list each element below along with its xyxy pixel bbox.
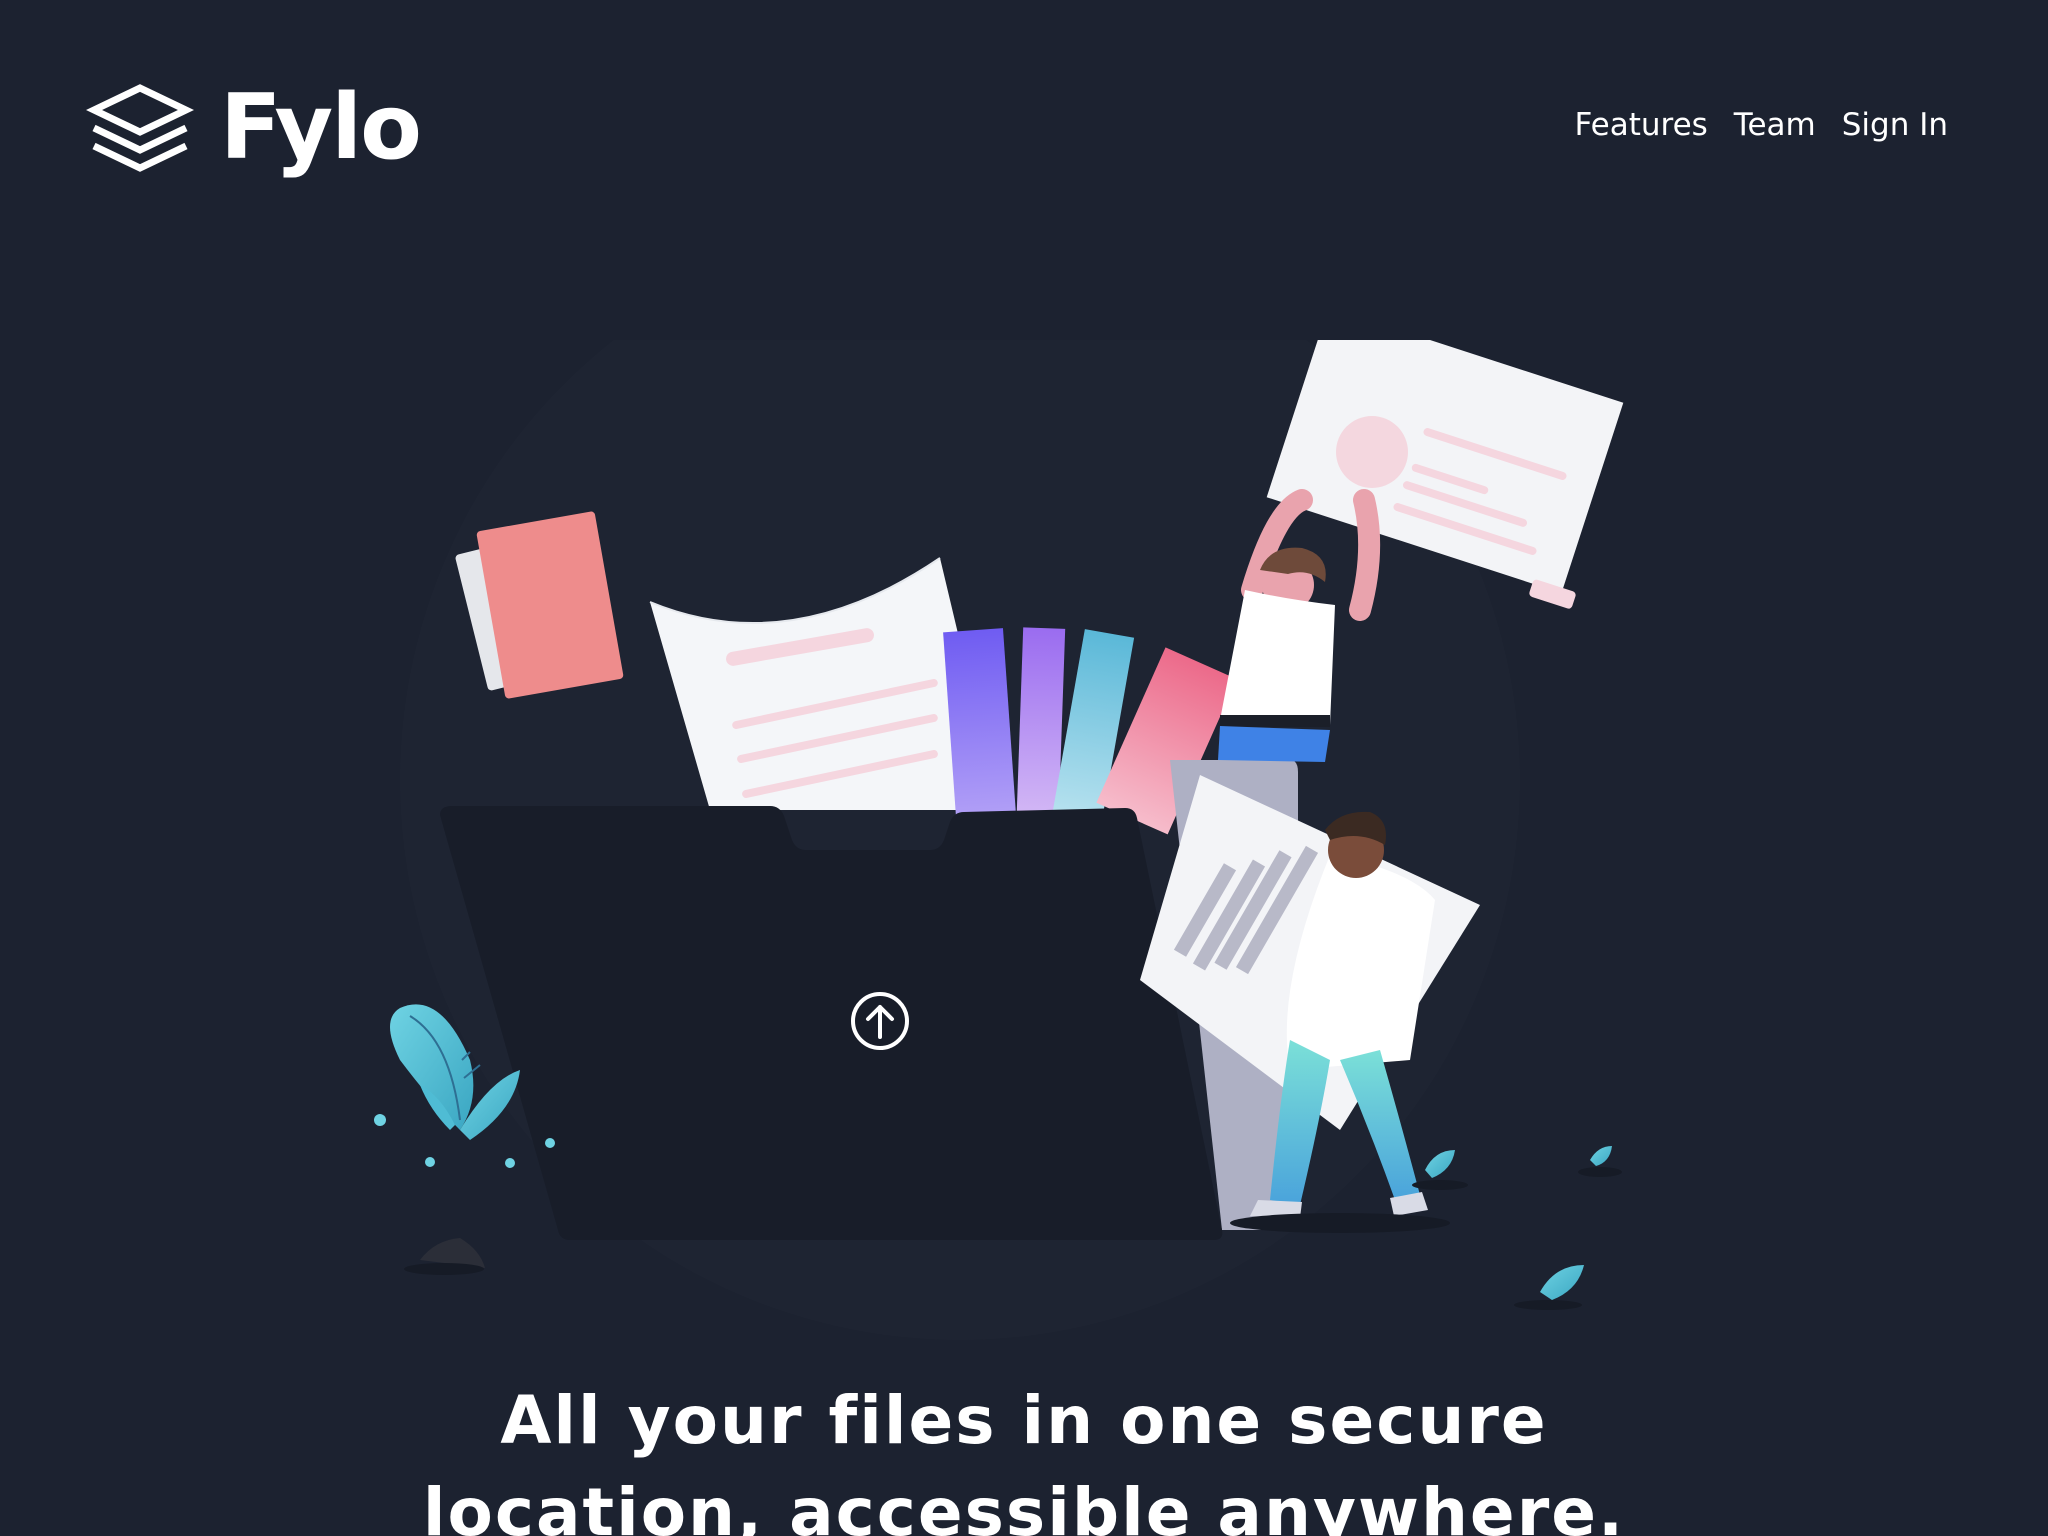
- hero-headline-line1: All your files in one secure: [500, 1382, 1548, 1459]
- brand-logo[interactable]: Fylo: [86, 75, 422, 180]
- nav-link-team[interactable]: Team: [1734, 105, 1816, 145]
- nav-link-features[interactable]: Features: [1575, 105, 1708, 145]
- hero-headline-line2: location, accessible anywhere.: [422, 1474, 1626, 1536]
- main-nav: Features Team Sign In: [1575, 105, 1949, 145]
- file-upload-illustration: [374, 340, 1624, 1340]
- nav-link-sign-in[interactable]: Sign In: [1842, 105, 1948, 145]
- hero-headline: All your files in one secure location, a…: [0, 1375, 2048, 1536]
- layers-stack-icon: [86, 84, 194, 172]
- brand-name: Fylo: [220, 75, 422, 180]
- site-header: Fylo Features Team Sign In: [0, 0, 2048, 260]
